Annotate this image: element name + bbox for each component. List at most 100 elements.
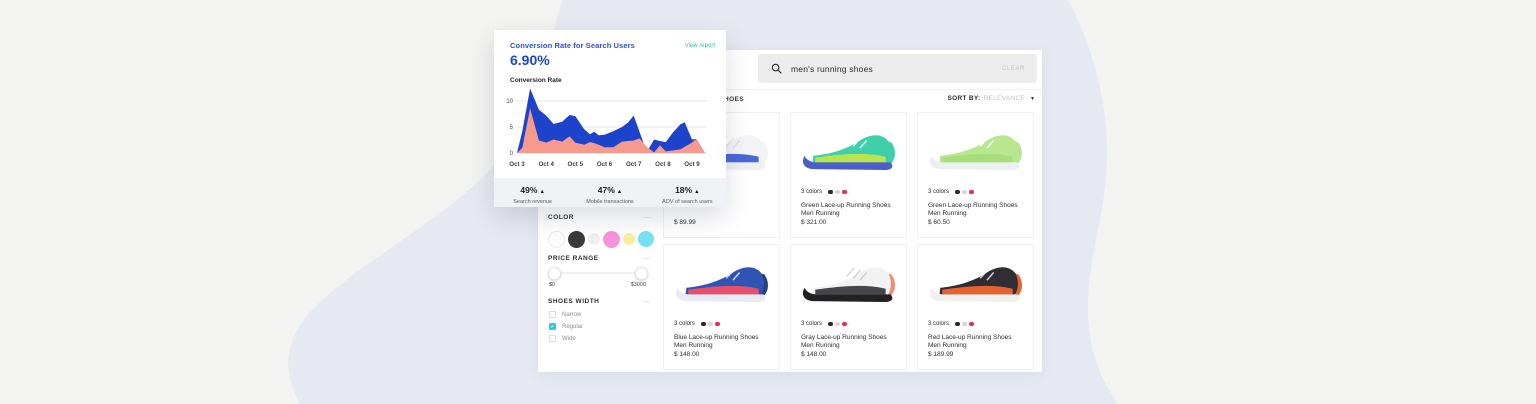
stat-item: 49% ▲ Search revenue xyxy=(494,178,571,207)
stat-label: AOV of search users xyxy=(661,199,713,205)
product-category: Men Running xyxy=(674,342,713,349)
svg-text:Oct 7: Oct 7 xyxy=(626,161,642,168)
checkbox-icon[interactable] xyxy=(549,311,556,318)
color-variant-dot xyxy=(708,321,713,327)
filter-section-price: PRICE RANGE — xyxy=(548,255,650,263)
product-colors-row: 3 colors xyxy=(801,189,849,195)
collapse-icon[interactable]: — xyxy=(643,255,650,262)
checkbox-icon[interactable] xyxy=(549,335,556,342)
color-swatch-yellow[interactable] xyxy=(623,233,635,245)
color-variant-dot xyxy=(969,321,974,327)
clear-search-button[interactable]: CLEAR xyxy=(1002,66,1025,72)
stat-value: 47% xyxy=(597,185,615,195)
stat-label: Mobile transactions xyxy=(586,199,634,205)
product-price: $ 60.50 xyxy=(928,219,950,226)
collapse-icon[interactable]: — xyxy=(643,214,650,221)
product-card[interactable]: 3 colors Green Lace-up Running Shoes Men R… xyxy=(917,112,1034,238)
shoe-image xyxy=(675,267,768,303)
color-variant-dot xyxy=(962,321,967,327)
product-price: $ 321.00 xyxy=(801,219,827,226)
product-colors-row: 3 colors xyxy=(928,321,976,327)
color-swatch-gray[interactable] xyxy=(588,233,600,245)
color-swatch-pink[interactable] xyxy=(603,230,620,248)
trend-up-icon: ▲ xyxy=(694,189,700,195)
stat-item: 47% ▲ Mobile transactions xyxy=(571,178,648,207)
stat-item: 18% ▲ AOV of search users xyxy=(649,178,726,207)
width-option-label: Narrow xyxy=(562,311,582,318)
slider-handle-max[interactable] xyxy=(635,267,648,280)
shoe-image xyxy=(802,135,895,171)
colors-count-label: 3 colors xyxy=(928,321,950,327)
product-category: Men Running xyxy=(801,342,840,349)
product-name: Blue Lace-up Running Shoes xyxy=(674,334,759,341)
color-variant-dot xyxy=(701,321,706,327)
shoe-image xyxy=(802,267,895,303)
product-category: Men Running xyxy=(928,342,967,349)
conversion-rate-value: 6.90% xyxy=(510,52,550,68)
product-card[interactable]: 3 colors Blue Lace-up Running Shoes Men Ru… xyxy=(663,244,780,370)
svg-text:5: 5 xyxy=(510,125,514,131)
price-max-label: $3000 xyxy=(630,282,646,288)
color-swatch-row xyxy=(548,228,654,250)
slider-handle-min[interactable] xyxy=(548,267,561,280)
width-option-wide[interactable]: Wide xyxy=(549,333,583,344)
collapse-icon[interactable]: — xyxy=(643,298,650,305)
color-swatch-cyan[interactable] xyxy=(638,231,654,247)
product-card[interactable]: 3 colors Gray Lace-up Running Shoes Men Ru… xyxy=(790,244,907,370)
width-option-regular[interactable]: ✓ Regular xyxy=(549,321,583,332)
sort-by-dropdown[interactable]: SORT BY: RELEVANCE ▼ xyxy=(947,95,1035,102)
color-variant-dot xyxy=(955,189,960,195)
svg-text:0: 0 xyxy=(510,151,514,157)
search-input[interactable]: men's running shoes CLEAR xyxy=(758,54,1037,83)
product-price: $ 89.99 xyxy=(674,219,696,226)
svg-text:Oct 5: Oct 5 xyxy=(568,161,584,168)
sort-by-label: SORT BY: xyxy=(947,95,981,102)
product-name: Red Lace-up Running Shoes xyxy=(928,334,1012,341)
product-card[interactable]: 3 colors Red Lace-up Running Shoes Men Run… xyxy=(917,244,1034,370)
sort-by-value: RELEVANCE xyxy=(983,95,1026,102)
price-filter-title: PRICE RANGE xyxy=(548,255,599,262)
color-variant-dot xyxy=(962,189,967,195)
svg-text:Oct 6: Oct 6 xyxy=(597,161,613,168)
view-report-link[interactable]: View report xyxy=(685,43,715,49)
color-variant-dot xyxy=(842,321,847,327)
product-category: Men Running xyxy=(801,210,840,217)
color-variant-dot xyxy=(828,189,833,195)
checkbox-icon[interactable]: ✓ xyxy=(549,323,556,330)
product-card[interactable]: 3 colors Green Lace-up Running Shoes Men R… xyxy=(790,112,907,238)
colors-count-label: 3 colors xyxy=(801,321,823,327)
stat-label: Search revenue xyxy=(513,199,553,205)
filter-section-width: SHOES WIDTH — xyxy=(548,298,650,306)
trend-up-icon: ▲ xyxy=(616,189,623,195)
analytics-stats-row: 49% ▲ Search revenue 47% ▲ Mobile transaction… xyxy=(494,178,726,207)
shoe-image xyxy=(929,267,1022,303)
color-swatch-black[interactable] xyxy=(568,230,585,248)
product-name: Green Lace-up Running Shoes xyxy=(801,202,891,209)
shoes-width-options: Narrow ✓ Regular Wide xyxy=(549,309,583,345)
width-option-narrow[interactable]: Narrow xyxy=(549,309,583,320)
slider-track[interactable] xyxy=(550,272,645,274)
trend-up-icon: ▲ xyxy=(539,189,545,195)
color-variant-dot xyxy=(835,189,840,195)
chevron-down-icon: ▼ xyxy=(1030,95,1035,102)
conversion-rate-chart: 0 5 10 Oct 3 Oct 4 Oct 5 Oct 6 Oct 7 Oct 8 Oct 9 xyxy=(506,88,707,168)
product-price: $ 148.00 xyxy=(801,351,827,358)
color-variant-dot xyxy=(715,321,720,327)
color-variant-dot xyxy=(842,189,847,195)
svg-text:10: 10 xyxy=(506,99,513,105)
search-query-text: men's running shoes xyxy=(791,63,873,74)
color-swatch-white[interactable] xyxy=(548,230,565,248)
width-filter-title: SHOES WIDTH xyxy=(548,298,600,305)
width-option-label: Regular xyxy=(562,323,584,330)
product-name: Gray Lace-up Running Shoes xyxy=(801,334,887,341)
color-variant-dot xyxy=(835,321,840,327)
product-price: $ 148.00 xyxy=(674,351,700,358)
width-option-label: Wide xyxy=(562,335,576,342)
price-range-labels: $0 $3000 xyxy=(549,282,646,288)
product-colors-row: 3 colors xyxy=(674,321,722,327)
search-icon xyxy=(771,63,782,74)
analytics-card: Conversion Rate for Search Users View re… xyxy=(494,30,726,207)
results-count-fragment: HOES xyxy=(724,96,745,103)
filter-section-color: COLOR — xyxy=(548,214,650,222)
colors-count-label: 3 colors xyxy=(674,321,696,327)
